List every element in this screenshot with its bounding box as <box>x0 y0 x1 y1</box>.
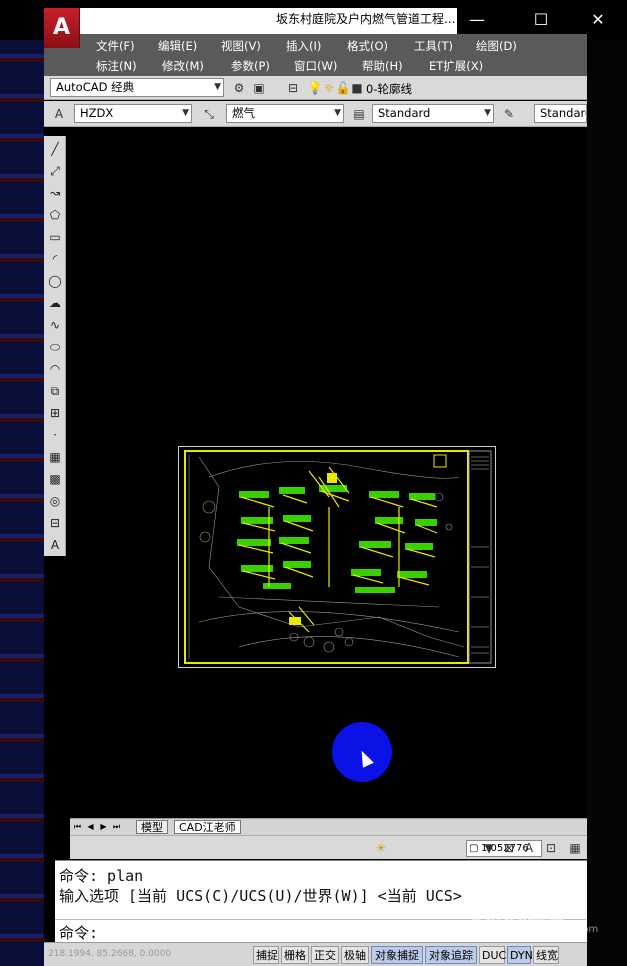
spline-icon[interactable]: ∿ <box>46 316 64 334</box>
menu-bar: 文件(F) 编辑(E) 视图(V) 插入(I) 格式(O) 工具(T) 绘图(D… <box>44 34 587 76</box>
gradient-icon[interactable]: ▩ <box>46 470 64 488</box>
menu-draw[interactable]: 绘图(D) <box>476 38 517 54</box>
insert-block-icon[interactable]: ⧉ <box>46 382 64 400</box>
first-tab-icon[interactable]: ⏮ <box>72 821 83 833</box>
circle-icon[interactable]: ◯ <box>46 272 64 290</box>
autocad-logo[interactable]: A <box>44 8 80 48</box>
status-toggle-3[interactable]: 极轴 <box>341 946 369 964</box>
menu-modify[interactable]: 修改(M) <box>162 58 204 74</box>
table-style-value: Standard <box>378 106 431 120</box>
tab-layout[interactable]: CAD江老师 <box>174 820 241 834</box>
region-icon[interactable]: ◎ <box>46 492 64 510</box>
dimension-style-icon[interactable]: ⤡ <box>200 105 218 123</box>
text-style-value: HZDX <box>80 106 114 120</box>
menu-insert[interactable]: 插入(I) <box>286 38 321 54</box>
site-plan-drawing <box>184 450 492 664</box>
annotation-visibility-icon[interactable]: ⊠ <box>500 839 518 857</box>
draw-toolbar: ╱ ⤢ ↝ ⬠ ▭ ◜ ◯ ☁ ∿ ⬭ ◠ ⧉ ⊞ · ▦ ▩ ◎ ⊟ A <box>44 136 66 556</box>
layer-color-icon[interactable]: ■ <box>348 79 366 97</box>
text-style-icon[interactable]: A <box>50 105 68 123</box>
baidu-watermark: Baidu经验 <box>470 904 564 925</box>
maximize-icon[interactable]: ☐ <box>526 8 556 32</box>
workspace-select[interactable]: AutoCAD 经典 ▼ <box>50 78 224 97</box>
baidu-watermark-url: jingyan.baidu.com <box>506 924 599 935</box>
chevron-down-icon: ▼ <box>334 108 341 118</box>
status-toggle-7[interactable]: DYN <box>507 946 533 964</box>
prev-tab-icon[interactable]: ◀ <box>85 821 96 833</box>
gear-icon[interactable]: ⚙ <box>230 79 248 97</box>
minimize-icon[interactable]: — <box>462 8 492 32</box>
status-toggle-0[interactable]: 捕捉 <box>253 946 279 964</box>
menu-et-extension[interactable]: ET扩展(X) <box>429 58 483 74</box>
construction-line-icon[interactable]: ⤢ <box>46 162 64 180</box>
coordinates-display: 218.1994, 85.2668, 0.0000 <box>48 949 172 959</box>
close-icon[interactable]: ✕ <box>583 8 613 32</box>
status-bar: 218.1994, 85.2668, 0.0000 捕捉 栅格 正交 极轴 对象捕捉 对象… <box>44 942 587 966</box>
revision-cloud-icon[interactable]: ☁ <box>46 294 64 312</box>
menu-format[interactable]: 格式(O) <box>347 38 388 54</box>
current-layer[interactable]: 0-轮廓线 <box>366 81 412 97</box>
lock-viewport-icon[interactable]: ☀ <box>372 839 390 857</box>
workspace-toolbar: AutoCAD 经典 ▼ ⚙ ▣ ⊟ 💡 ☼ 🔓 ■ 0-轮廓线 <box>44 76 587 100</box>
menu-dimension[interactable]: 标注(N) <box>96 58 137 74</box>
next-tab-icon[interactable]: ▶ <box>98 821 109 833</box>
layout-tabs: ⏮ ◀ ▶ ⏭ 模型 CAD江老师 <box>70 818 587 835</box>
auto-scale-icon[interactable]: A <box>520 839 538 857</box>
point-icon[interactable]: · <box>46 426 64 444</box>
ellipse-arc-icon[interactable]: ◠ <box>46 360 64 378</box>
table-style-icon[interactable]: ▤ <box>350 105 368 123</box>
menu-parameter[interactable]: 参数(P) <box>231 58 270 74</box>
multiline-text-icon[interactable]: A <box>46 536 64 554</box>
polyline-icon[interactable]: ↝ <box>46 184 64 202</box>
chevron-down-icon: ▼ <box>182 108 189 118</box>
scale-dropdown-icon[interactable]: ▼ <box>480 839 498 857</box>
clean-screen-icon[interactable]: ▦ <box>566 839 584 857</box>
status-toggle-2[interactable]: 正交 <box>311 946 339 964</box>
command-history-line-2: 输入选项 [当前 UCS(C)/UCS(U)/世界(W)] <当前 UCS> <box>59 887 462 905</box>
styles-toolbar: A HZDX ▼ ⤡ 燃气 ▼ ▤ Standard ▼ ✎ Standard <box>44 101 587 127</box>
last-tab-icon[interactable]: ⏭ <box>111 821 122 833</box>
rectangle-icon[interactable]: ▭ <box>46 228 64 246</box>
ellipse-icon[interactable]: ⬭ <box>46 338 64 356</box>
background-desktop-strip <box>0 40 44 966</box>
multileader-style-icon[interactable]: ✎ <box>500 105 518 123</box>
dimension-style-select[interactable]: 燃气 ▼ <box>226 104 344 123</box>
menu-tools[interactable]: 工具(T) <box>414 38 453 54</box>
command-prompt[interactable]: 命令: <box>59 922 98 943</box>
multileader-style-value: Standard <box>540 106 586 120</box>
arc-icon[interactable]: ◜ <box>46 250 64 268</box>
menu-window[interactable]: 窗口(W) <box>294 58 337 74</box>
hatch-icon[interactable]: ▦ <box>46 448 64 466</box>
tab-model[interactable]: 模型 <box>136 820 168 834</box>
menu-edit[interactable]: 编辑(E) <box>158 38 197 54</box>
menu-view[interactable]: 视图(V) <box>221 38 261 54</box>
menu-help[interactable]: 帮助(H) <box>362 58 403 74</box>
viewport-icon: ▢ <box>469 843 479 854</box>
toolbar-lock-icon[interactable]: ⊡ <box>542 839 560 857</box>
status-toggle-6[interactable]: DUCS <box>479 946 513 964</box>
multileader-style-select[interactable]: Standard <box>534 104 587 123</box>
command-history-line-1: 命令: plan <box>59 867 144 885</box>
status-toggle-4[interactable]: 对象捕捉 <box>371 946 423 964</box>
chevron-down-icon: ▼ <box>214 82 221 92</box>
menu-file[interactable]: 文件(F) <box>96 38 135 54</box>
text-style-select[interactable]: HZDX ▼ <box>74 104 192 123</box>
make-block-icon[interactable]: ⊞ <box>46 404 64 422</box>
workspace-settings-icon[interactable]: ▣ <box>250 79 268 97</box>
status-toggle-8[interactable]: 线宽 <box>533 946 559 964</box>
status-toggle-5[interactable]: 对象追踪 <box>425 946 477 964</box>
line-icon[interactable]: ╱ <box>46 140 64 158</box>
cad-site-plan[interactable] <box>178 446 496 668</box>
workspace-value: AutoCAD 经典 <box>56 80 135 94</box>
chevron-down-icon: ▼ <box>484 108 491 118</box>
dimension-style-value: 燃气 <box>232 106 255 120</box>
status-toggle-1[interactable]: 栅格 <box>281 946 309 964</box>
background-right-strip <box>587 40 627 966</box>
window-title: 坂东村庭院及户内燃气管道工程... <box>276 12 456 26</box>
table-icon[interactable]: ⊟ <box>46 514 64 532</box>
viewport-toolbar: ☀ 1.052776 ▢ ▼ ⊠ A ⊡ ▦ <box>70 835 587 859</box>
polygon-icon[interactable]: ⬠ <box>46 206 64 224</box>
table-style-select[interactable]: Standard ▼ <box>372 104 494 123</box>
layer-manager-icon[interactable]: ⊟ <box>284 79 302 97</box>
